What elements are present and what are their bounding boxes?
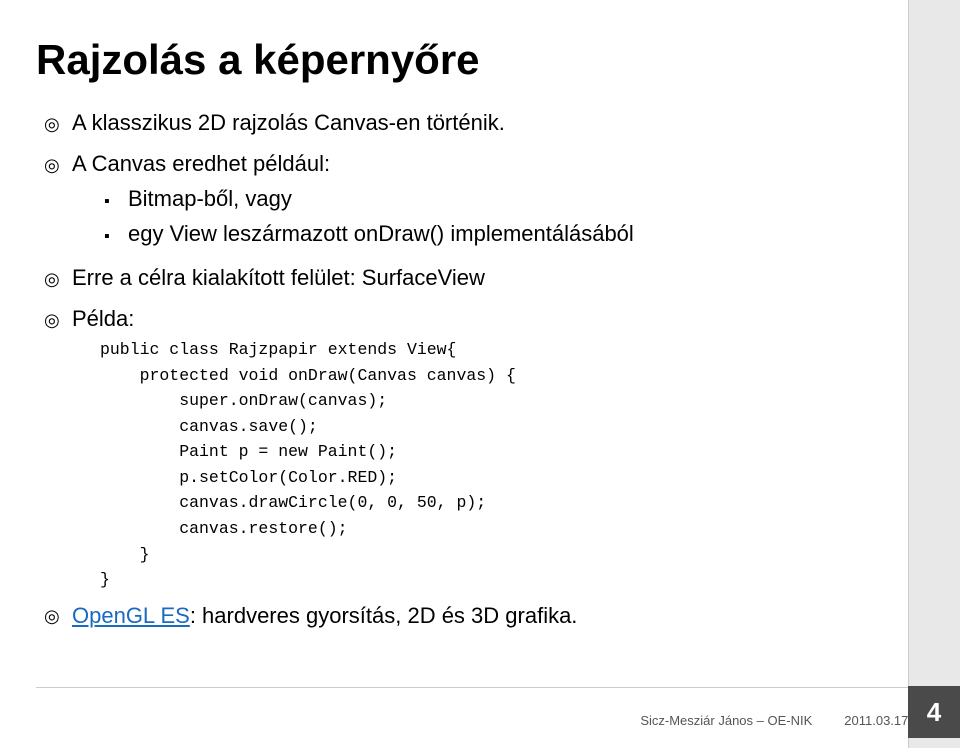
sub-bullet-icon-1 [100, 186, 128, 214]
bullet-item-1: A klasszikus 2D rajzolás Canvas-en törté… [44, 108, 912, 139]
bullet-icon-3 [44, 265, 72, 293]
footer-author: Sicz-Mesziár János – OE-NIK [640, 713, 812, 728]
bullet-text-3: Erre a célra kialakított felület: Surfac… [72, 263, 912, 294]
opengl-rest-text: : hardveres gyorsítás, 2D és 3D grafika. [190, 603, 578, 629]
code-block: public class Rajzpapir extends View{ pro… [100, 337, 912, 593]
bullet-icon-4 [44, 306, 72, 334]
sub-bullet-1: Bitmap-ből, vagy [100, 184, 912, 215]
bullet-item-2: A Canvas eredhet például: Bitmap-ből, va… [44, 149, 912, 253]
footer-divider [36, 687, 908, 688]
right-bar [908, 0, 960, 748]
slide-container: Rajzolás a képernyőre A klasszikus 2D ra… [0, 0, 960, 748]
slide-footer: Sicz-Mesziár János – OE-NIK 2011.03.17. [640, 713, 912, 728]
bullet-text-1: A klasszikus 2D rajzolás Canvas-en törté… [72, 108, 912, 139]
sub-bullets-2: Bitmap-ből, vagy egy View leszármazott o… [100, 184, 912, 250]
bullet-text-4: Példa: public class Rajzpapir extends Vi… [72, 304, 912, 592]
sub-bullet-2: egy View leszármazott onDraw() implement… [100, 219, 912, 250]
bullet-icon-1 [44, 110, 72, 138]
sub-bullet-icon-2 [100, 221, 128, 249]
opengl-bullet-icon [44, 605, 72, 628]
bullet-icon-2 [44, 151, 72, 179]
bullet-item-4: Példa: public class Rajzpapir extends Vi… [44, 304, 912, 592]
opengl-line: OpenGL ES : hardveres gyorsítás, 2D és 3… [44, 603, 912, 629]
slide-title: Rajzolás a képernyőre [36, 36, 912, 84]
opengl-link[interactable]: OpenGL ES [72, 603, 190, 629]
slide-number: 4 [908, 686, 960, 738]
footer-date: 2011.03.17. [844, 713, 912, 728]
bullet-item-3: Erre a célra kialakított felület: Surfac… [44, 263, 912, 294]
bullet-text-2: A Canvas eredhet például: Bitmap-ből, va… [72, 149, 912, 253]
content-area: A klasszikus 2D rajzolás Canvas-en törté… [36, 108, 912, 628]
